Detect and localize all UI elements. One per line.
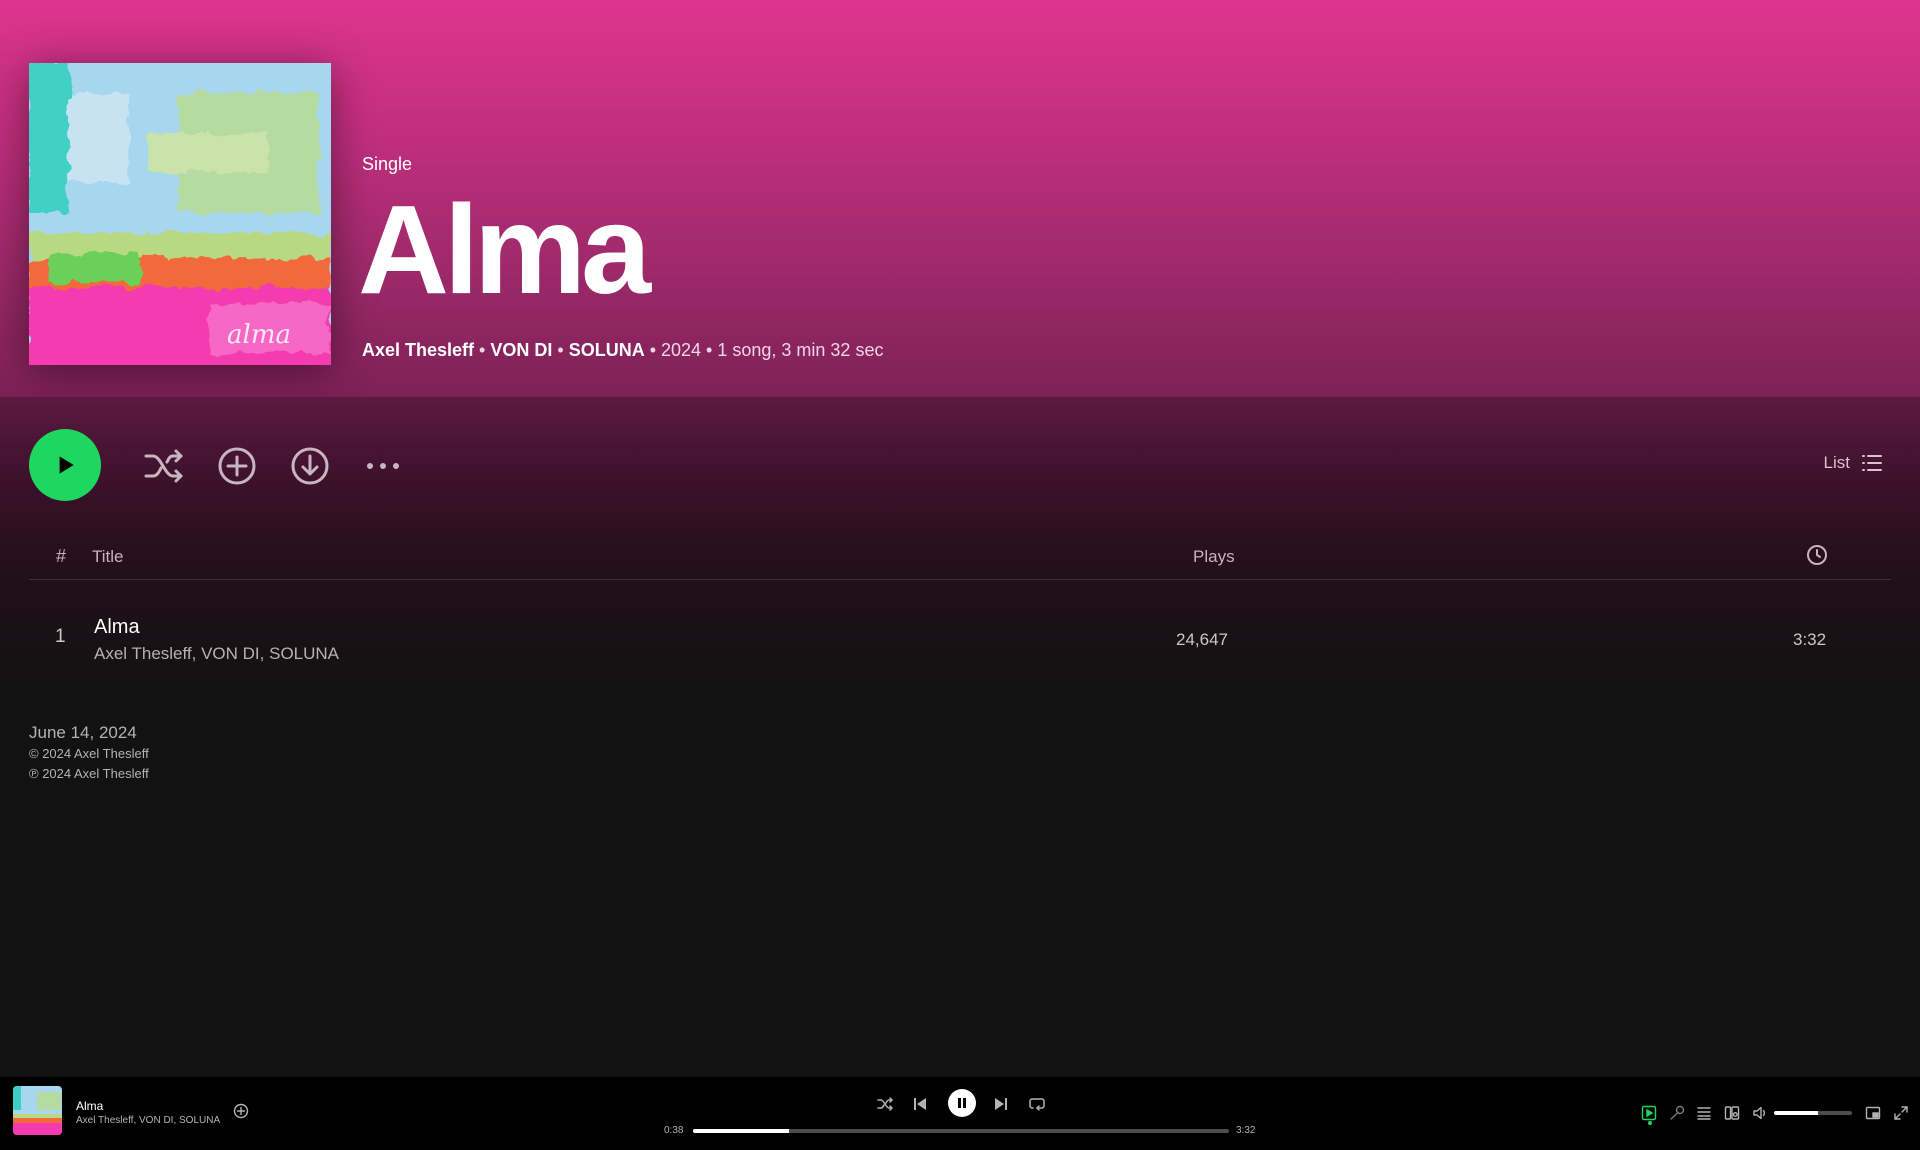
add-circle-icon: [218, 447, 256, 485]
add-circle-icon: [233, 1103, 249, 1119]
track-duration: 3:32: [1793, 630, 1827, 649]
release-info: June 14, 2024 © 2024 Axel Thesleff ℗ 202…: [29, 722, 149, 784]
miniplayer-button[interactable]: [1864, 1104, 1882, 1122]
artist-link[interactable]: Axel Thesleff: [362, 340, 474, 360]
now-playing-add-button[interactable]: [233, 1103, 249, 1124]
album-header: alma Single Alma Axel Thesleff • VON DI • SO…: [0, 0, 1920, 397]
shuffle-icon: [144, 449, 183, 483]
skip-back-icon: [914, 1098, 926, 1110]
list-icon: [1862, 455, 1882, 471]
volume-slider[interactable]: [1774, 1111, 1852, 1115]
lyrics-button[interactable]: [1668, 1104, 1686, 1122]
column-title: Title: [92, 547, 124, 566]
shuffle-icon: [877, 1097, 893, 1111]
shuffle-button[interactable]: [143, 445, 185, 487]
next-button[interactable]: [990, 1093, 1012, 1115]
album-page: alma Single Alma Axel Thesleff • VON DI • SO…: [0, 0, 1920, 1077]
album-type-label: Single: [362, 154, 413, 174]
clock-icon: [1807, 545, 1827, 565]
column-plays: Plays: [1193, 547, 1235, 566]
total-time: 3:32: [1236, 1125, 1256, 1136]
shuffle-toggle[interactable]: [874, 1093, 896, 1115]
add-to-library-button[interactable]: [216, 445, 258, 487]
active-indicator-dot: [1648, 1121, 1652, 1125]
track-plays: 24,647: [1176, 630, 1228, 649]
pause-icon: [958, 1098, 966, 1108]
volume-icon: [1753, 1106, 1766, 1120]
album-year: 2024: [661, 340, 702, 360]
progress-bar[interactable]: [693, 1129, 1229, 1133]
now-playing-cover[interactable]: [13, 1086, 62, 1135]
now-playing-view-button[interactable]: [1640, 1104, 1658, 1122]
phonographic-copyright-line: ℗ 2024 Axel Thesleff: [29, 766, 149, 781]
now-playing-view-icon: [1641, 1105, 1657, 1121]
column-duration: [1806, 544, 1828, 571]
progress-fill: [693, 1129, 790, 1133]
play-button[interactable]: [29, 429, 101, 501]
devices-icon: [1724, 1106, 1740, 1120]
playback-bar: Alma Axel Thesleff, VON DI, SOLUNA 0:38 …: [0, 1077, 1920, 1150]
elapsed-time: 0:38: [664, 1125, 684, 1136]
repeat-toggle[interactable]: [1026, 1093, 1048, 1115]
track-artists[interactable]: Axel Thesleff, VON DI, SOLUNA: [94, 644, 339, 664]
release-date: June 14, 2024: [29, 723, 137, 742]
microphone-icon: [1670, 1105, 1685, 1120]
queue-icon: [1697, 1107, 1711, 1120]
track-title[interactable]: Alma: [94, 616, 140, 639]
track-table-header: # Title Plays: [29, 540, 1891, 580]
cover-signature: alma: [227, 320, 291, 350]
view-mode-label: List: [1823, 453, 1850, 472]
connect-device-button[interactable]: [1723, 1104, 1741, 1122]
now-playing-artists[interactable]: Axel Thesleff, VON DI, SOLUNA: [76, 1115, 220, 1126]
view-mode-toggle[interactable]: List: [1824, 453, 1882, 473]
download-icon: [291, 447, 329, 485]
repeat-icon: [1029, 1098, 1045, 1111]
column-number: #: [56, 546, 67, 566]
album-summary: 1 song, 3 min 32 sec: [717, 340, 884, 360]
track-row[interactable]: 1 Alma Axel Thesleff, VON DI, SOLUNA 24,…: [29, 604, 1891, 672]
download-button[interactable]: [289, 445, 331, 487]
track-number: 1: [55, 626, 66, 647]
album-meta: Axel Thesleff • VON DI • SOLUNA • 2024 • 1 song,…: [362, 340, 884, 360]
album-title: Alma: [358, 179, 651, 320]
skip-forward-icon: [995, 1098, 1007, 1110]
artist-link[interactable]: SOLUNA: [569, 340, 645, 360]
miniplayer-icon: [1865, 1106, 1881, 1120]
expand-icon: [1894, 1106, 1908, 1120]
artist-link[interactable]: VON DI: [490, 340, 552, 360]
pause-button[interactable]: [948, 1089, 976, 1117]
now-playing-title[interactable]: Alma: [76, 1099, 103, 1113]
queue-button[interactable]: [1695, 1104, 1713, 1122]
copyright-line: © 2024 Axel Thesleff: [29, 746, 149, 761]
more-icon: [367, 463, 399, 469]
album-cover: alma: [29, 63, 331, 365]
play-icon: [59, 456, 74, 474]
volume-fill: [1774, 1111, 1818, 1115]
more-options-button[interactable]: [362, 445, 404, 487]
mute-button[interactable]: [1751, 1104, 1769, 1122]
fullscreen-button[interactable]: [1892, 1104, 1910, 1122]
previous-button[interactable]: [909, 1093, 931, 1115]
